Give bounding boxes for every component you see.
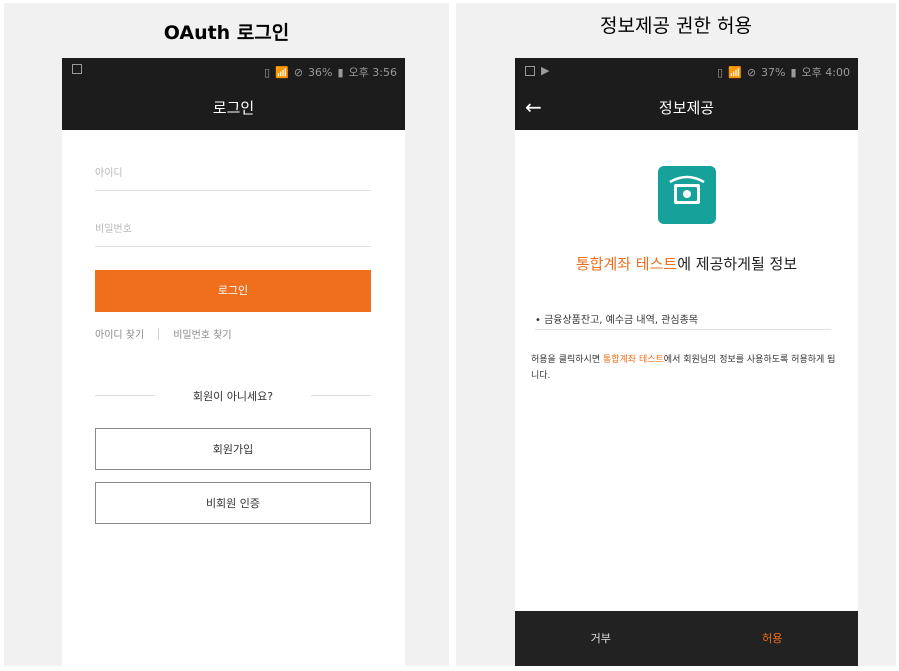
notice-app-name: 통합계좌 테스트 [602,355,664,365]
password-input[interactable] [95,212,371,247]
status-time: 오후 4:00 [801,66,850,79]
link-separator [158,327,160,340]
vibrate-icon: ▯ [717,65,724,79]
consent-heading: 통합계좌 테스트에 제공하게될 정보 [515,253,858,274]
divider-line [311,395,371,396]
battery-percent: 36% [308,65,333,79]
consent-panel: 정보제공 권한 허용 ▶ ▯ 📶 ⊘ 37% ▮ 오후 4:00 ← 정보제공 [456,3,896,666]
battery-icon: ▮ [337,65,344,79]
consent-notice: 허용을 클릭하시면 통합계좌 테스트에서 회원님의 정보를 사용하도록 허용하게… [531,352,836,384]
play-icon: ▶ [541,64,550,77]
panel-title: 정보제공 권한 허용 [600,15,752,37]
deny-button[interactable]: 거부 [515,611,687,666]
app-bar-title: 로그인 [212,99,255,117]
battery-icon: ▮ [790,65,797,79]
app-bar-title: 정보제공 [658,99,715,117]
find-password-link[interactable]: 비밀번호 찾기 [173,326,231,341]
signup-button[interactable]: 회원가입 [95,428,371,470]
phone-screen-consent: ▶ ▯ 📶 ⊘ 37% ▮ 오후 4:00 ← 정보제공 통합계좌 테스트에 제… [515,58,858,666]
consent-app-name: 통합계좌 테스트 [575,255,678,273]
consent-heading-suffix: 에 제공하게될 정보 [677,255,798,273]
app-bar: ← 정보제공 [515,86,858,130]
battery-percent: 37% [761,65,786,79]
login-button[interactable]: 로그인 [95,270,371,312]
guest-auth-button[interactable]: 비회원 인증 [95,482,371,524]
find-id-link[interactable]: 아이디 찾기 [95,326,144,341]
status-bar: ▶ ▯ 📶 ⊘ 37% ▮ 오후 4:00 [515,58,858,86]
app-bar: 로그인 [62,86,405,130]
block-icon: ⊘ [746,65,757,79]
block-icon: ⊘ [293,65,304,79]
notice-prefix: 허용을 클릭하시면 [531,355,603,365]
panel-title: OAuth 로그인 [163,22,290,44]
gallery-icon [525,65,535,76]
wifi-icon: 📶 [728,65,742,79]
vibrate-icon: ▯ [264,65,271,79]
not-member-divider: 회원이 아니세요? [95,388,371,403]
allow-button[interactable]: 허용 [687,611,859,666]
find-links: 아이디 찾기 비밀번호 찾기 [95,326,232,341]
money-card-icon [658,166,716,224]
gallery-icon [72,64,82,74]
action-bar: 거부 허용 [515,611,858,666]
not-member-text: 회원이 아니세요? [192,390,274,403]
id-input[interactable] [95,156,371,191]
scope-item: • 금융상품잔고, 예수금 내역, 관심종목 [535,311,831,330]
oauth-login-panel: OAuth 로그인 ▯ 📶 ⊘ 36% ▮ 오후 3:56 로그인 로그인 아이… [4,3,449,666]
status-time: 오후 3:56 [348,66,397,79]
phone-screen-login: ▯ 📶 ⊘ 36% ▮ 오후 3:56 로그인 로그인 아이디 찾기 비밀번호 … [62,58,405,666]
wifi-icon: 📶 [275,65,289,79]
status-bar: ▯ 📶 ⊘ 36% ▮ 오후 3:56 [62,58,405,86]
